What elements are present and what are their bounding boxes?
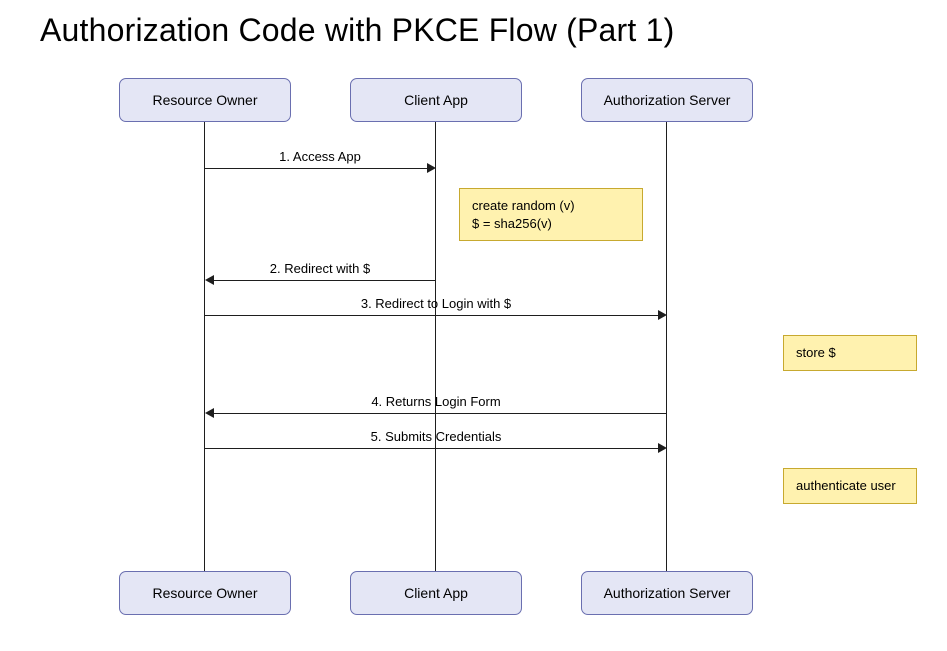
actor-label: Resource Owner [152, 585, 257, 601]
actor-client-app-bottom: Client App [350, 571, 522, 615]
lifeline-client-app [435, 122, 436, 571]
arrowhead-right-icon [427, 163, 436, 173]
actor-label: Client App [404, 92, 468, 108]
diagram-title: Authorization Code with PKCE Flow (Part … [40, 12, 674, 49]
sequence-diagram: Authorization Code with PKCE Flow (Part … [0, 0, 947, 651]
message-label: 4. Returns Login Form [371, 394, 500, 409]
arrowhead-right-icon [658, 310, 667, 320]
actor-resource-owner-bottom: Resource Owner [119, 571, 291, 615]
arrowhead-left-icon [205, 408, 214, 418]
note-create-random: create random (v) $ = sha256(v) [459, 188, 643, 241]
lifeline-resource-owner [204, 122, 205, 571]
message-label: 2. Redirect with $ [270, 261, 370, 276]
arrowhead-right-icon [658, 443, 667, 453]
actor-auth-server-bottom: Authorization Server [581, 571, 753, 615]
arrowhead-left-icon [205, 275, 214, 285]
actor-client-app-top: Client App [350, 78, 522, 122]
message-arrow [205, 315, 660, 316]
actor-label: Resource Owner [152, 92, 257, 108]
actor-label: Authorization Server [604, 585, 731, 601]
message-label: 5. Submits Credentials [371, 429, 502, 444]
note-authenticate-user: authenticate user [783, 468, 917, 504]
actor-label: Client App [404, 585, 468, 601]
message-label: 3. Redirect to Login with $ [361, 296, 511, 311]
message-arrow [212, 413, 667, 414]
message-arrow [205, 448, 660, 449]
actor-label: Authorization Server [604, 92, 731, 108]
actor-resource-owner-top: Resource Owner [119, 78, 291, 122]
message-arrow [212, 280, 436, 281]
lifeline-auth-server [666, 122, 667, 571]
note-store: store $ [783, 335, 917, 371]
actor-auth-server-top: Authorization Server [581, 78, 753, 122]
message-arrow [205, 168, 429, 169]
message-label: 1. Access App [279, 149, 361, 164]
